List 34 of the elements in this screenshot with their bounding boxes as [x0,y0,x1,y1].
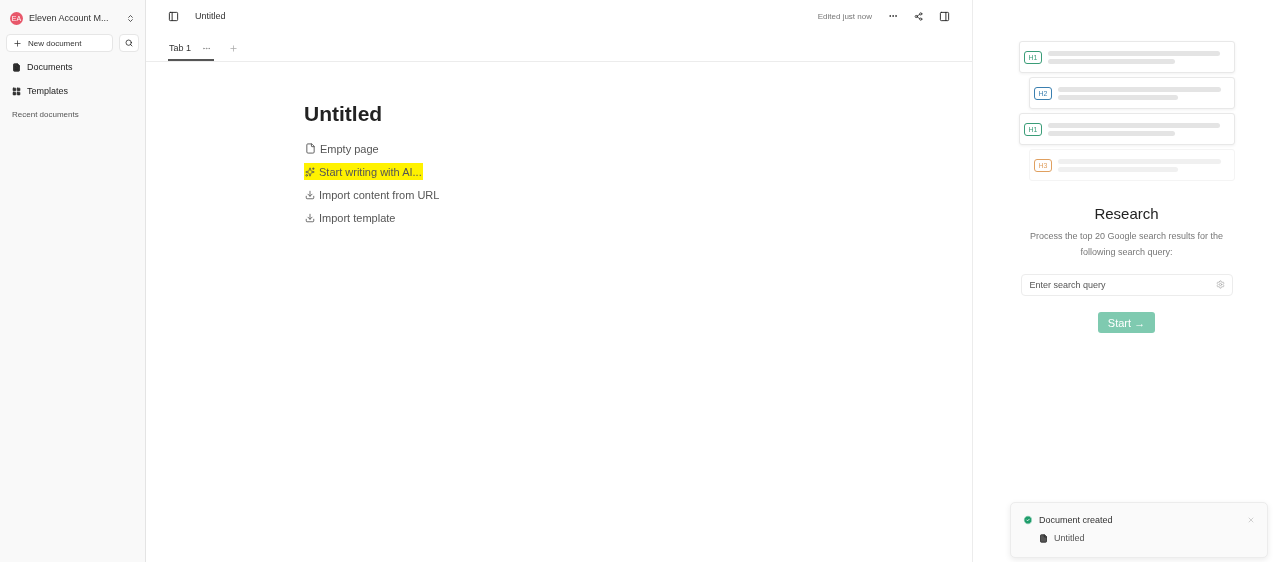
document-title: Untitled [195,11,226,21]
edit-status: Edited just now [817,11,872,21]
settings-icon [1215,280,1225,289]
sidebar-item[interactable]: Documents [6,58,139,76]
file-icon [305,143,316,154]
toast-title: Document created [1039,515,1114,525]
document-icon [12,62,21,72]
download-icon [305,212,315,223]
check-icon [1023,515,1033,525]
download-icon [305,189,315,200]
share-icon[interactable] [914,11,923,21]
sparkle-icon [305,166,315,177]
sidebar-item[interactable]: Templates [6,82,139,100]
document-heading: Untitled [304,102,384,126]
panel-description: Process the top 20 Google search results for the following search query: [1028,230,1225,259]
start-option[interactable]: Import template [304,209,397,226]
more-icon[interactable] [202,44,211,53]
start-option[interactable]: Empty page [304,140,380,157]
start-option[interactable]: Start writing with AI... [304,163,423,180]
search-query-field[interactable]: Enter search query [1020,274,1233,296]
section-heading: Recent documents [11,109,80,121]
sidebar-toggle-icon[interactable] [168,10,179,22]
tab[interactable]: Tab 1 [168,43,214,61]
grid-icon [12,86,21,96]
plus-icon [13,38,22,48]
panel-toggle-icon[interactable] [939,10,950,22]
search-icon [125,39,133,47]
panel-title: Research [1094,205,1159,222]
search-button[interactable] [119,34,139,52]
new-document-button[interactable]: New document [6,34,113,52]
chevrons-icon [126,13,135,23]
start-option[interactable]: Import content from URL [304,186,441,203]
file-icon [1039,533,1048,543]
toast-item: Untitled [1054,533,1085,543]
